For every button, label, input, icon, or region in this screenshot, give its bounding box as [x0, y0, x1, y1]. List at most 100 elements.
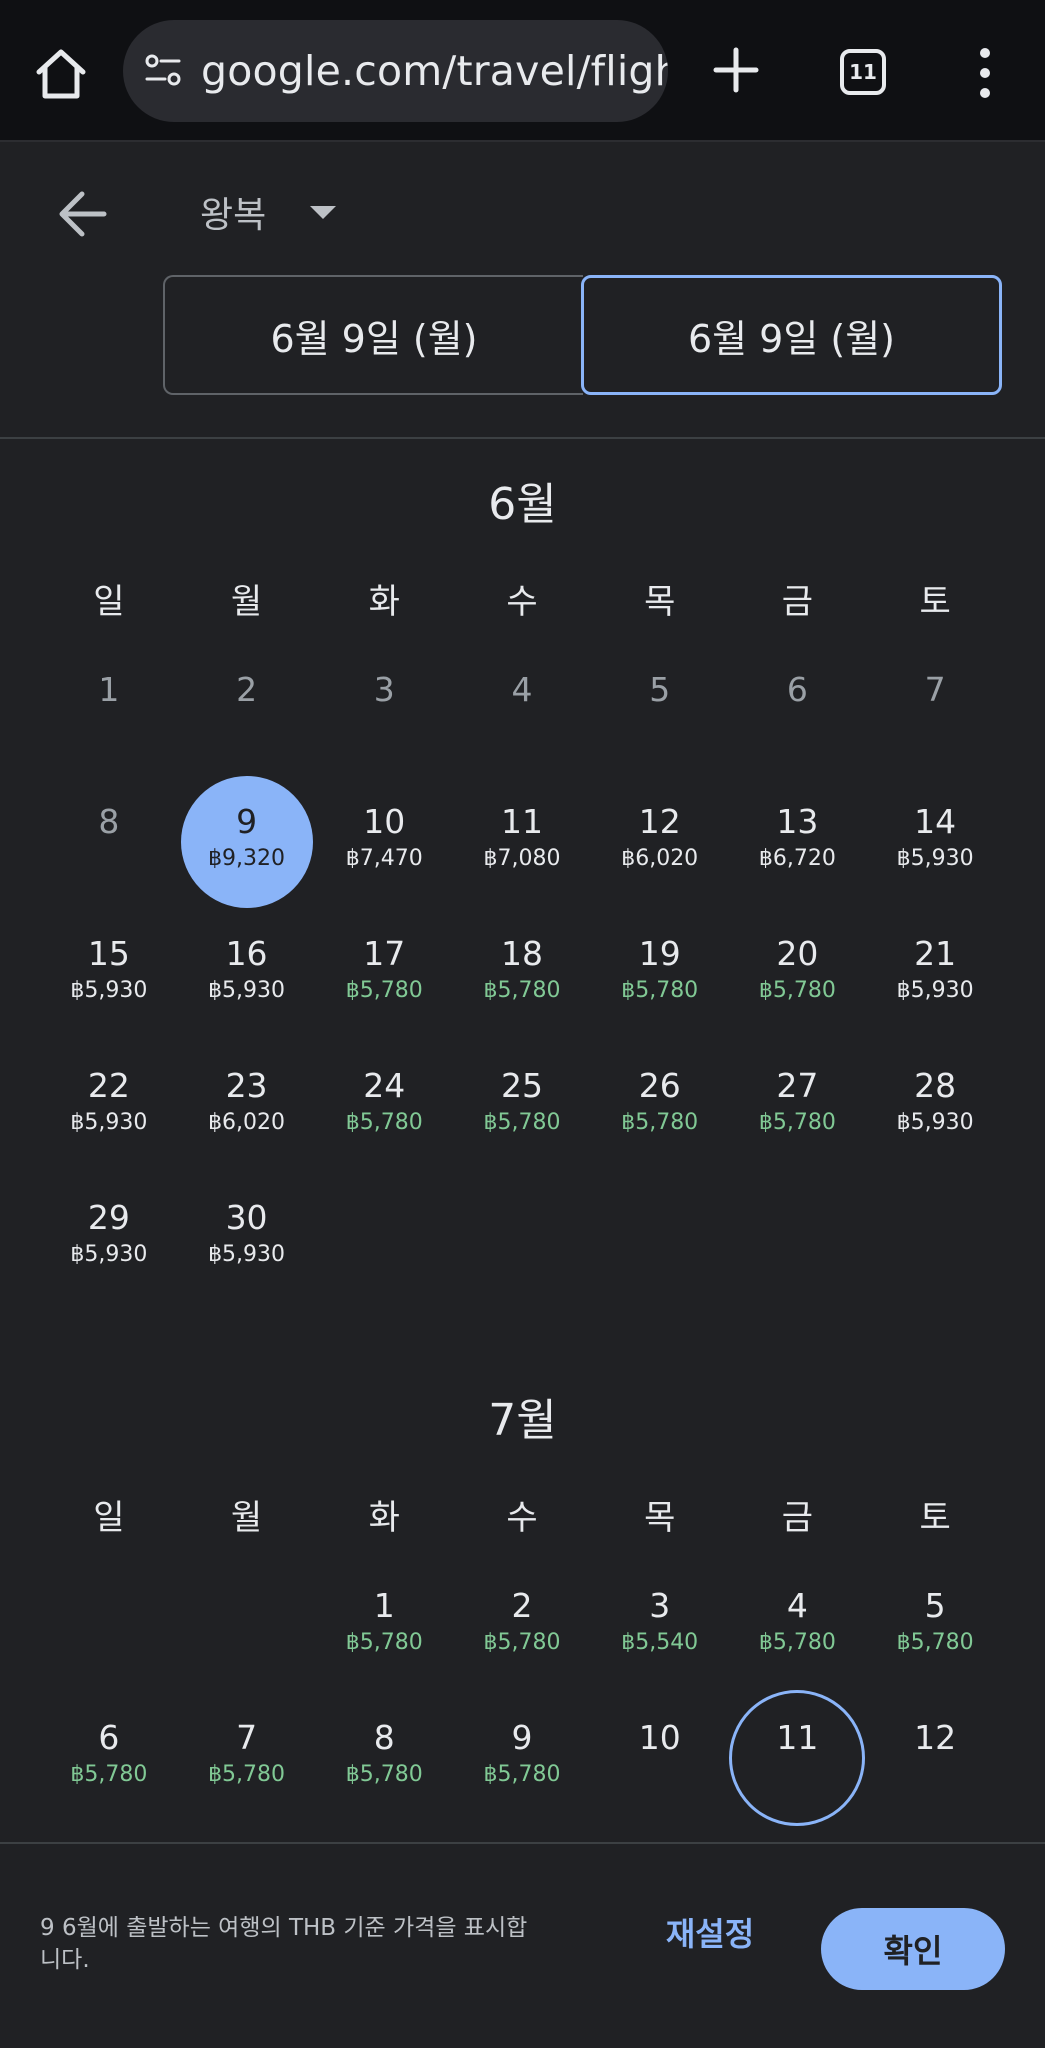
calendar-day-june-15[interactable]: 15 ฿5,930 [40, 908, 178, 1040]
day-number: 1 [98, 670, 120, 709]
caret-down-icon [310, 205, 337, 219]
day-number: 7 [236, 1718, 258, 1757]
calendar-day-july-12[interactable]: 12 [866, 1692, 1004, 1824]
calendar-day-june-19[interactable]: 19 ฿5,780 [591, 908, 729, 1040]
calendar-day-june-29[interactable]: 29 ฿5,930 [40, 1172, 178, 1304]
day-number: 17 [363, 934, 406, 973]
day-price: ฿5,780 [896, 1630, 974, 1655]
calendar-day-july-8[interactable]: 8 ฿5,780 [315, 1692, 453, 1824]
calendar-day-june-27[interactable]: 27 ฿5,780 [729, 1040, 867, 1172]
calendar-day-june-16[interactable]: 16 ฿5,930 [178, 908, 316, 1040]
calendar-day-july-3[interactable]: 3 ฿5,540 [591, 1560, 729, 1692]
day-number: 8 [98, 802, 120, 841]
calendar-day-june-3: 3 [315, 644, 453, 776]
weekday-header-july: 일 월 화 수 목 금 토 [40, 1490, 1004, 1539]
calendar-day-june-28[interactable]: 28 ฿5,930 [866, 1040, 1004, 1172]
calendar-day-june-14[interactable]: 14 ฿5,930 [866, 776, 1004, 908]
day-number: 6 [786, 670, 808, 709]
day-number: 13 [776, 802, 819, 841]
calendar-day-june-9[interactable]: 9 ฿9,320 [178, 776, 316, 908]
day-number: 2 [236, 670, 258, 709]
calendar-day-july-1[interactable]: 1 ฿5,780 [315, 1560, 453, 1692]
day-number: 9 [236, 802, 258, 841]
depart-date-field[interactable]: 6월 9일 (월) [163, 275, 583, 395]
day-price: ฿5,780 [208, 1762, 286, 1787]
day-number: 14 [914, 802, 957, 841]
calendar-day-june-6: 6 [729, 644, 867, 776]
day-price: ฿5,780 [483, 1630, 561, 1655]
calendar-grid-june: 1 2 3 4 5 6 7 8 9 ฿9,320 10 ฿7,470 11 ฿7,080 12 ฿6,020 1… [40, 644, 1004, 1304]
day-number: 10 [363, 802, 406, 841]
calendar-day-june-5: 5 [591, 644, 729, 776]
calendar-day-june-25[interactable]: 25 ฿5,780 [453, 1040, 591, 1172]
trip-type-dropdown[interactable]: 왕복 [200, 186, 337, 238]
calendar-day-july-4[interactable]: 4 ฿5,780 [729, 1560, 867, 1692]
confirm-button[interactable]: 확인 [821, 1908, 1005, 1990]
reset-button[interactable]: 재설정 [640, 1904, 780, 1960]
calendar-day-june-23[interactable]: 23 ฿6,020 [178, 1040, 316, 1172]
calendar-day-june-17[interactable]: 17 ฿5,780 [315, 908, 453, 1040]
weekday-label: 토 [919, 582, 951, 622]
calendar-day-june-22[interactable]: 22 ฿5,930 [40, 1040, 178, 1172]
calendar-day-june-7: 7 [866, 644, 1004, 776]
day-price: ฿5,780 [345, 1762, 423, 1787]
day-number: 4 [786, 1586, 808, 1625]
day-price: ฿5,930 [896, 978, 974, 1003]
calendar-day-july-6[interactable]: 6 ฿5,780 [40, 1692, 178, 1824]
calendar-day-july-5[interactable]: 5 ฿5,780 [866, 1560, 1004, 1692]
day-number: 29 [87, 1198, 130, 1237]
calendar-day-june-12[interactable]: 12 ฿6,020 [591, 776, 729, 908]
calendar-day-june-24[interactable]: 24 ฿5,780 [315, 1040, 453, 1172]
day-price: ฿5,930 [208, 1242, 286, 1267]
calendar-day-june-11[interactable]: 11 ฿7,080 [453, 776, 591, 908]
weekday-label: 화 [368, 582, 400, 622]
calendar-day-june-20[interactable]: 20 ฿5,780 [729, 908, 867, 1040]
return-date-field[interactable]: 6월 9일 (월) [581, 275, 1002, 395]
calendar-day-july-9[interactable]: 9 ฿5,780 [453, 1692, 591, 1824]
day-price: ฿5,780 [758, 978, 836, 1003]
tab-switcher-button[interactable]: 11 [840, 49, 886, 95]
calendar-grid-july: 1 ฿5,780 2 ฿5,780 3 ฿5,540 4 ฿5,780 5 ฿5,780 6 ฿5,7… [40, 1560, 1004, 1824]
calendar-day-july-10[interactable]: 10 [591, 1692, 729, 1824]
new-tab-icon[interactable] [706, 40, 766, 100]
day-price: ฿5,780 [758, 1110, 836, 1135]
calendar-blank-cell [40, 1560, 178, 1692]
day-price: ฿5,780 [483, 1762, 561, 1787]
calendar-day-june-4: 4 [453, 644, 591, 776]
back-arrow-icon[interactable] [52, 186, 112, 242]
calendar-day-july-2[interactable]: 2 ฿5,780 [453, 1560, 591, 1692]
more-options-icon[interactable] [970, 45, 1000, 101]
day-price: ฿7,080 [483, 846, 561, 871]
site-settings-icon[interactable] [141, 49, 185, 93]
weekday-label: 목 [644, 1498, 676, 1538]
day-number: 28 [914, 1066, 957, 1105]
calendar-day-june-26[interactable]: 26 ฿5,780 [591, 1040, 729, 1172]
month-title-july: 7월 [488, 1395, 557, 1446]
calendar-day-june-18[interactable]: 18 ฿5,780 [453, 908, 591, 1040]
address-bar[interactable]: google.com/travel/fligh [123, 20, 668, 122]
day-number: 8 [373, 1718, 395, 1757]
calendar-day-june-21[interactable]: 21 ฿5,930 [866, 908, 1004, 1040]
day-number: 12 [914, 1718, 957, 1757]
day-price: ฿5,780 [621, 978, 699, 1003]
home-icon[interactable] [30, 42, 92, 104]
day-number: 22 [87, 1066, 130, 1105]
day-number: 27 [776, 1066, 819, 1105]
day-number: 24 [363, 1066, 406, 1105]
calendar-day-june-30[interactable]: 30 ฿5,930 [178, 1172, 316, 1304]
tab-count: 11 [849, 60, 877, 84]
weekday-label: 토 [919, 1498, 951, 1538]
calendar-day-june-10[interactable]: 10 ฿7,470 [315, 776, 453, 908]
day-number: 21 [914, 934, 957, 973]
calendar-day-july-11[interactable]: 11 [729, 1692, 867, 1824]
day-price: ฿5,780 [483, 1110, 561, 1135]
weekday-label: 목 [644, 582, 676, 622]
day-number: 11 [776, 1718, 819, 1757]
weekday-header-june: 일 월 화 수 목 금 토 [40, 574, 1004, 623]
calendar-day-july-7[interactable]: 7 ฿5,780 [178, 1692, 316, 1824]
calendar-day-june-13[interactable]: 13 ฿6,720 [729, 776, 867, 908]
divider [0, 437, 1045, 439]
day-number: 5 [924, 1586, 946, 1625]
browser-toolbar: google.com/travel/fligh 11 [0, 0, 1045, 142]
url-text: google.com/travel/fligh [201, 47, 668, 95]
